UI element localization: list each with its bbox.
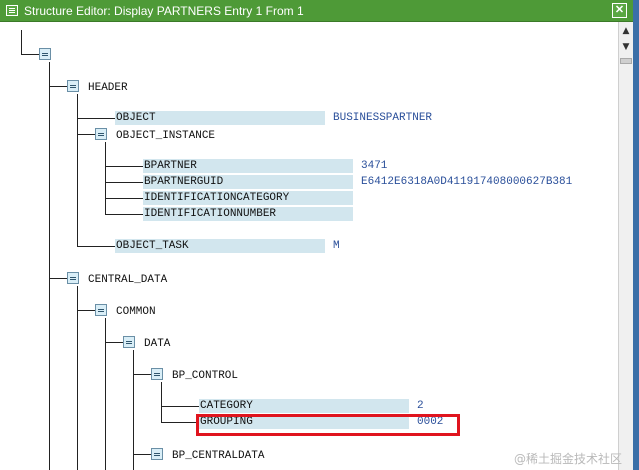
tree-line (49, 278, 67, 279)
tree-line (133, 374, 151, 375)
field-bpartner-value[interactable]: 3471 (361, 159, 387, 173)
window-titlebar: Structure Editor: Display PARTNERS Entry… (0, 0, 639, 22)
tree-line (105, 342, 123, 343)
tree-line (133, 350, 134, 470)
tree-line (49, 62, 50, 470)
field-object-value[interactable]: BUSINESSPARTNER (333, 111, 432, 125)
central-data-folder-icon[interactable] (67, 272, 79, 284)
close-button[interactable]: ✕ (612, 3, 627, 18)
tree-line (77, 118, 115, 119)
tree-line (77, 310, 95, 311)
bp-centraldata-folder-icon[interactable] (151, 448, 163, 460)
tree-line (161, 382, 162, 423)
watermark: @稀土掘金技术社区 (514, 452, 623, 466)
tree-line (77, 94, 78, 247)
scroll-up-icon[interactable]: ▲ (619, 24, 633, 38)
grouping-highlight-box (196, 414, 460, 436)
structure-tree: HEADER OBJECT_INSTANCE CENTRAL_DATA COMM… (0, 22, 618, 470)
tree-line (77, 286, 78, 470)
field-identificationnumber-label[interactable]: IDENTIFICATIONNUMBER (144, 207, 276, 221)
vertical-scrollbar[interactable]: ▲ ▼ (618, 22, 633, 470)
tree-line (105, 318, 106, 470)
bp-control-folder-icon[interactable] (151, 368, 163, 380)
tree-line (133, 454, 151, 455)
node-central-data[interactable]: CENTRAL_DATA (88, 273, 167, 287)
node-header[interactable]: HEADER (88, 81, 128, 95)
node-common[interactable]: COMMON (116, 305, 156, 319)
field-category-label[interactable]: CATEGORY (200, 399, 253, 413)
data-folder-icon[interactable] (123, 336, 135, 348)
scroll-down-icon[interactable]: ▼ (619, 40, 633, 54)
tree-line (105, 182, 143, 183)
node-data[interactable]: DATA (144, 337, 170, 351)
field-object-task-value[interactable]: M (333, 239, 340, 253)
field-category-value[interactable]: 2 (417, 399, 424, 413)
tree-line (105, 198, 143, 199)
tree-line (105, 214, 143, 215)
root-folder-icon[interactable] (39, 48, 51, 60)
field-bpartnerguid-label[interactable]: BPARTNERGUID (144, 175, 223, 189)
field-bpartner-label[interactable]: BPARTNER (144, 159, 197, 173)
node-bp-centraldata[interactable]: BP_CENTRALDATA (172, 449, 264, 463)
node-bp-control[interactable]: BP_CONTROL (172, 369, 238, 383)
tree-line (49, 86, 67, 87)
scroll-thumb[interactable] (620, 58, 632, 64)
field-identificationcategory-label[interactable]: IDENTIFICATIONCATEGORY (144, 191, 289, 205)
tree-line (161, 406, 199, 407)
node-object-instance[interactable]: OBJECT_INSTANCE (116, 129, 215, 143)
field-bpartnerguid-value[interactable]: E6412E6318A0D411917408000627B381 (361, 175, 572, 189)
tree-line (161, 422, 199, 423)
background-window-edge (633, 0, 639, 470)
tree-line (21, 54, 39, 55)
window-title: Structure Editor: Display PARTNERS Entry… (24, 4, 304, 18)
header-folder-icon[interactable] (67, 80, 79, 92)
tree-line (105, 166, 143, 167)
tree-line (77, 246, 115, 247)
common-folder-icon[interactable] (95, 304, 107, 316)
tree-line (105, 142, 106, 215)
structure-editor-icon (6, 5, 18, 16)
field-object-task-label[interactable]: OBJECT_TASK (116, 239, 189, 253)
object-instance-folder-icon[interactable] (95, 128, 107, 140)
tree-line (77, 134, 95, 135)
field-object-label[interactable]: OBJECT (116, 111, 156, 125)
tree-line (21, 30, 22, 55)
